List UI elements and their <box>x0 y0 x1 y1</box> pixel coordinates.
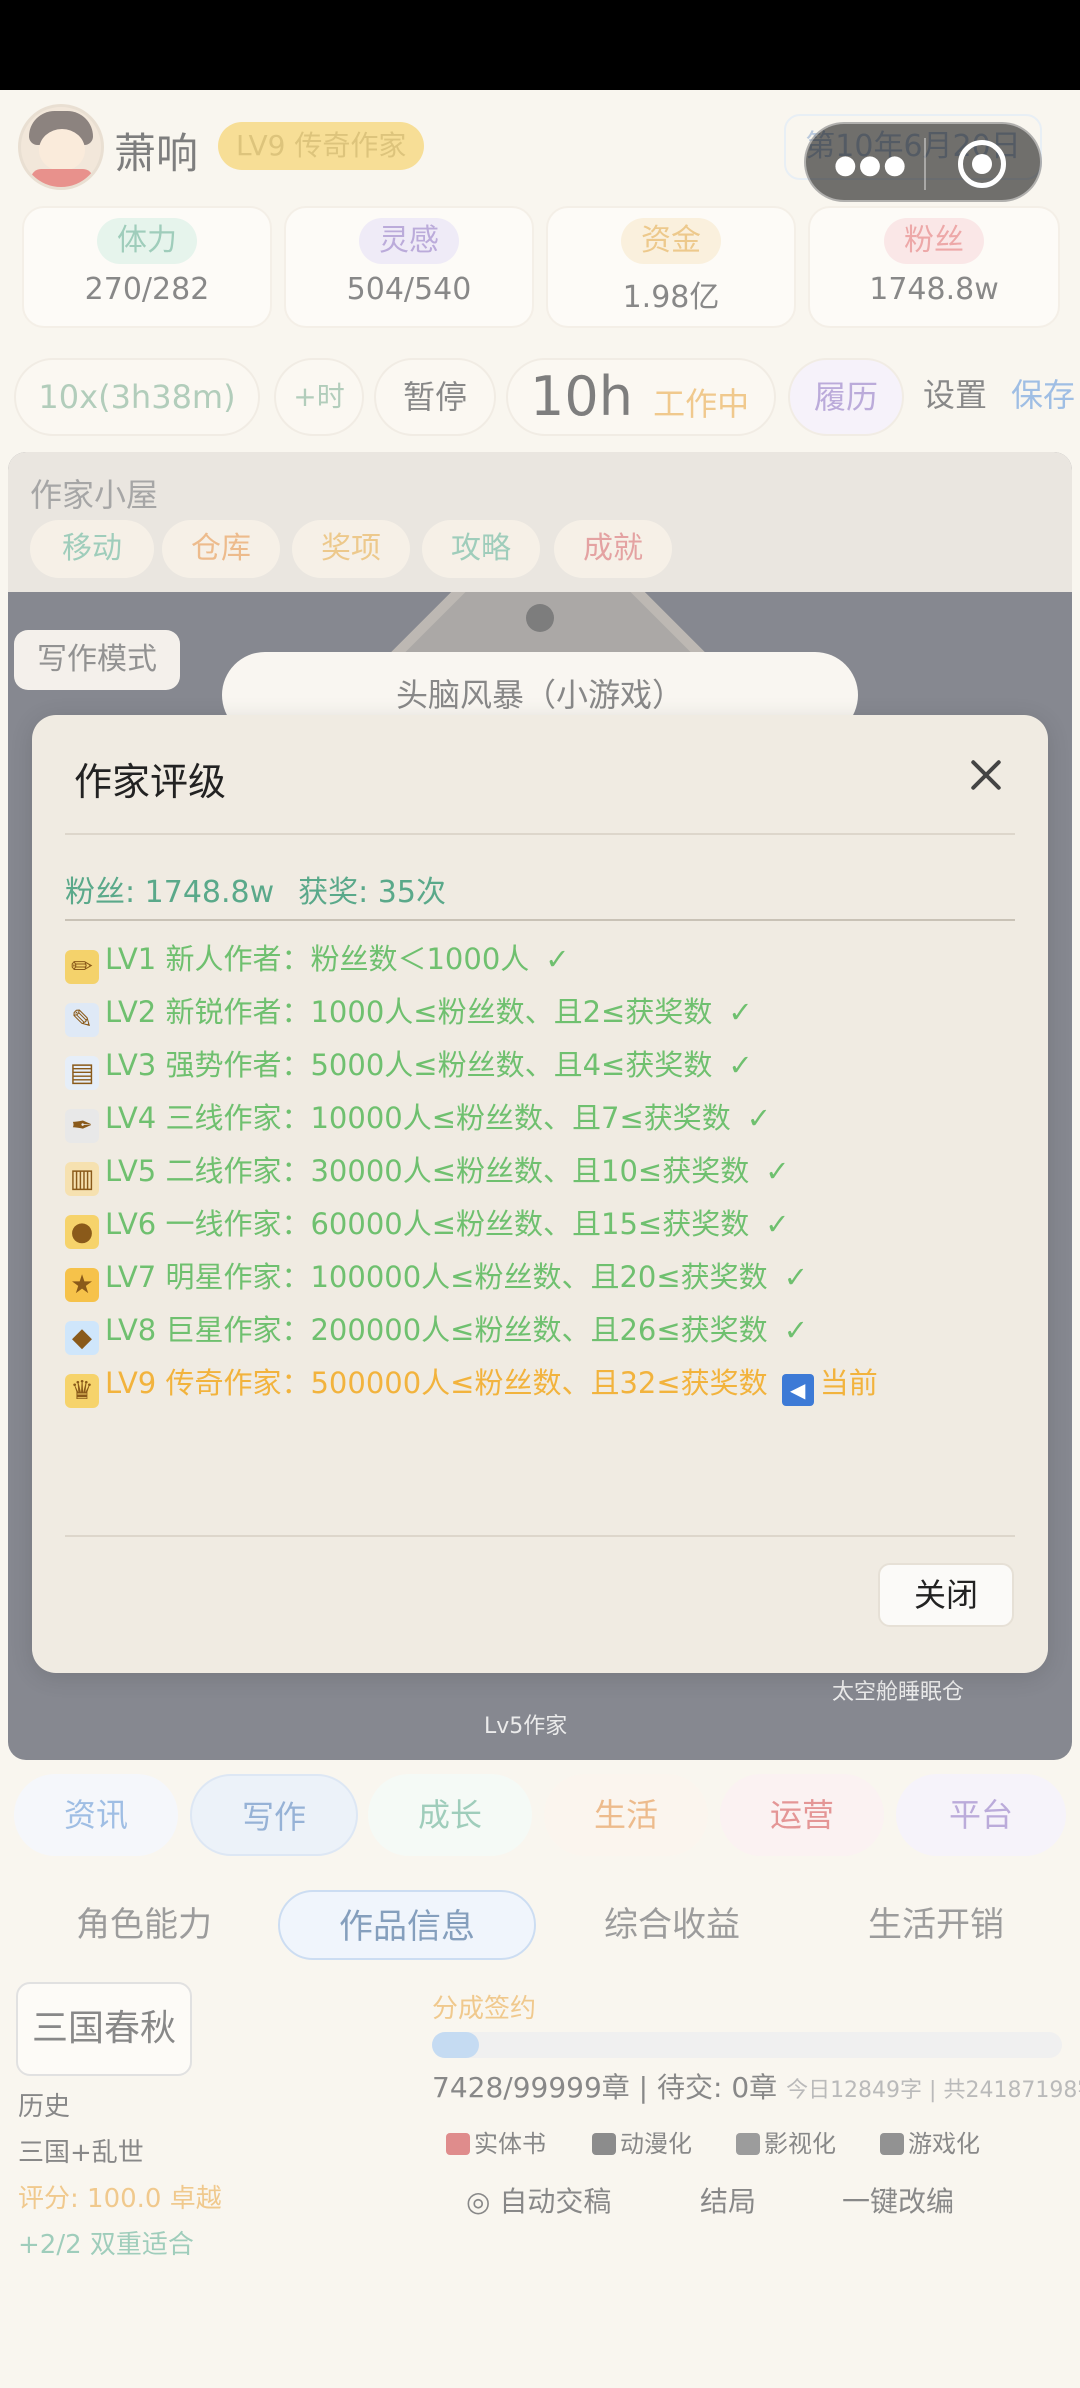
check-icon: ✓ <box>545 942 570 976</box>
check-icon: ✓ <box>765 1154 790 1188</box>
medal-icon: ● <box>65 1215 99 1249</box>
pencil-icon: ✏ <box>65 950 99 984</box>
check-icon: ✓ <box>783 1313 808 1347</box>
dialog-title: 作家评级 <box>74 760 227 804</box>
star-icon: ★ <box>65 1268 99 1302</box>
check-icon: ✓ <box>728 1048 753 1082</box>
miniprogram-capsule: ●●● <box>804 122 1042 202</box>
scroll-icon: ▥ <box>65 1162 99 1196</box>
memo-icon: ✎ <box>65 1003 99 1037</box>
fans-count: 粉丝: 1748.8w <box>65 875 275 910</box>
gem-icon: ◆ <box>65 1321 99 1355</box>
more-icon[interactable]: ●●● <box>834 150 908 180</box>
check-icon: ✓ <box>746 1101 772 1135</box>
level-row: ♛ LV9 传奇作家：500000人≤粉丝数、且32≤获奖数 ◀ 当前 <box>65 1357 1025 1410</box>
level-row: ▥ LV5 二线作家：30000人≤粉丝数、且10≤获奖数 ✓ <box>65 1145 1025 1198</box>
awards-count: 获奖: 35次 <box>298 875 446 910</box>
open-book-icon: ▤ <box>65 1056 99 1090</box>
divider <box>65 833 1015 835</box>
check-icon: ✓ <box>765 1207 790 1241</box>
level-requirement: LV9 传奇作家：500000人≤粉丝数、且32≤获奖数 <box>105 1366 768 1400</box>
level-requirement: LV8 巨星作家：200000人≤粉丝数、且26≤获奖数 <box>105 1313 768 1347</box>
level-requirement: LV5 二线作家：30000人≤粉丝数、且10≤获奖数 <box>105 1154 750 1188</box>
check-icon: ✓ <box>783 1260 808 1294</box>
level-row: ✒ LV4 三线作家：10000人≤粉丝数、且7≤获奖数 ✓ <box>65 1092 1025 1145</box>
divider <box>65 1535 1015 1537</box>
level-requirement: LV2 新锐作者：1000人≤粉丝数、且2≤获奖数 <box>105 995 713 1029</box>
check-icon: ✓ <box>728 995 753 1029</box>
level-row: ✎ LV2 新锐作者：1000人≤粉丝数、且2≤获奖数 ✓ <box>65 986 1025 1039</box>
level-row: ✏ LV1 新人作者：粉丝数＜1000人 ✓ <box>65 933 1025 986</box>
level-row: ▤ LV3 强势作者：5000人≤粉丝数、且4≤获奖数 ✓ <box>65 1039 1025 1092</box>
close-icon[interactable] <box>968 757 1004 793</box>
level-requirement: LV3 强势作者：5000人≤粉丝数、且4≤获奖数 <box>105 1048 713 1082</box>
divider <box>65 919 1015 921</box>
fountain-pen-icon: ✒ <box>65 1109 99 1143</box>
level-row: ● LV6 一线作家：60000人≤粉丝数、且15≤获奖数 ✓ <box>65 1198 1025 1251</box>
level-list: ✏ LV1 新人作者：粉丝数＜1000人 ✓ ✎ LV2 新锐作者：1000人≤粉丝数、… <box>65 933 1025 1410</box>
current-arrow-icon: ◀ <box>781 1374 814 1406</box>
level-requirement: LV1 新人作者：粉丝数＜1000人 <box>105 942 530 976</box>
status-bar <box>0 0 1080 90</box>
rating-summary: 粉丝: 1748.8w 获奖: 35次 <box>65 867 470 911</box>
crown-icon: ♛ <box>65 1374 99 1408</box>
close-button[interactable]: 关闭 <box>878 1563 1014 1627</box>
level-row: ★ LV7 明星作家：100000人≤粉丝数、且20≤获奖数 ✓ <box>65 1251 1025 1304</box>
level-requirement: LV4 三线作家：10000人≤粉丝数、且7≤获奖数 <box>105 1101 731 1135</box>
level-requirement: LV7 明星作家：100000人≤粉丝数、且20≤获奖数 <box>105 1260 768 1294</box>
current-label: 当前 <box>819 1366 878 1400</box>
level-requirement: LV6 一线作家：60000人≤粉丝数、且15≤获奖数 <box>105 1207 750 1241</box>
writer-rating-dialog: 作家评级 粉丝: 1748.8w 获奖: 35次 ✏ LV1 新人作者：粉丝数＜10… <box>32 715 1048 1673</box>
level-row: ◆ LV8 巨星作家：200000人≤粉丝数、且26≤获奖数 ✓ <box>65 1304 1025 1357</box>
close-miniprogram-icon[interactable] <box>958 140 1006 188</box>
